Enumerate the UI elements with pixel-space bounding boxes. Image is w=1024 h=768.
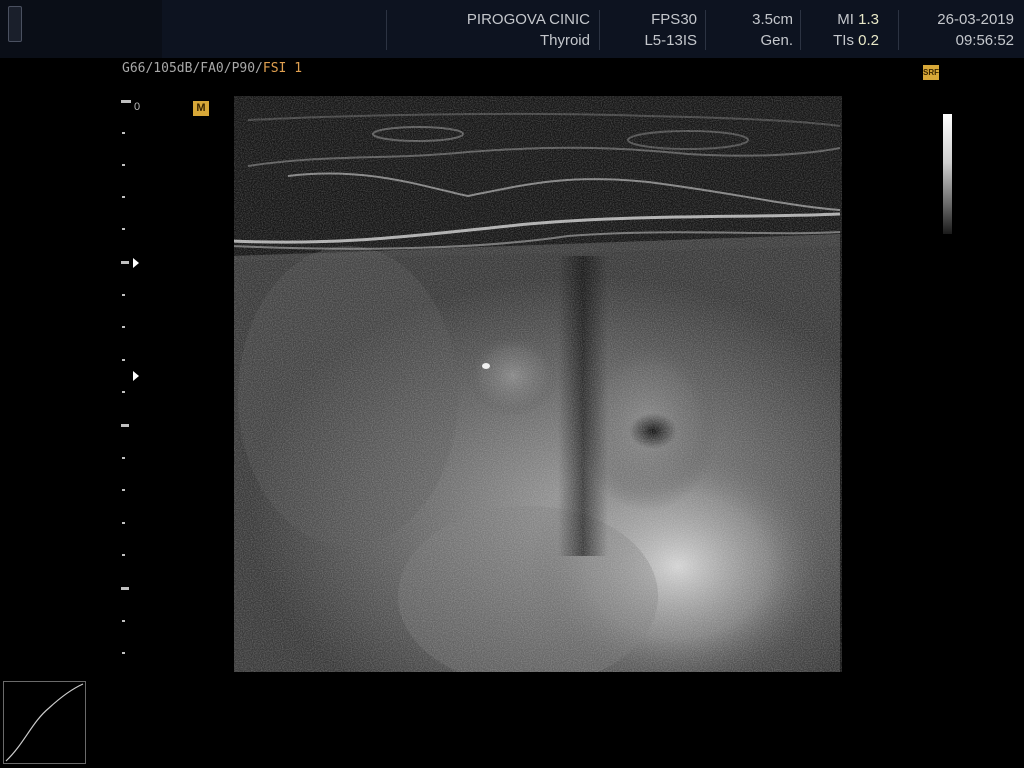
srf-badge: SRF	[923, 65, 939, 80]
depth-minor-tick	[122, 554, 125, 556]
header-left-panel	[0, 0, 162, 58]
header-divider	[705, 10, 706, 50]
imaging-params: G66/105dB/FA0/P90/FSI 1	[122, 60, 302, 78]
ultrasound-screen: PIROGOVA CINIC Thyroid FPS30 L5-13IS 3.5…	[0, 0, 1024, 768]
depth-minor-tick	[122, 196, 125, 198]
depth-minor-tick	[122, 228, 125, 230]
m-mode-badge: M	[193, 101, 209, 116]
date-readout: 26-03-2019	[937, 11, 1014, 28]
depth-minor-tick	[122, 457, 125, 459]
grayscale-bar	[943, 114, 952, 234]
speckle-texture	[228, 96, 850, 672]
gain-params: G66/105dB/FA0/P90/	[122, 61, 263, 76]
ultrasound-image	[228, 96, 850, 672]
depth-major-tick	[121, 100, 131, 103]
image-edge	[228, 96, 234, 672]
clinic-info: PIROGOVA CINIC Thyroid	[467, 9, 590, 51]
depth-minor-tick	[122, 391, 125, 393]
fps-readout: FPS30	[651, 11, 697, 28]
tis-label: TIs	[833, 32, 854, 49]
depth-major-tick	[121, 261, 129, 264]
gamma-curve-box	[3, 681, 86, 764]
clinic-name: PIROGOVA CINIC	[466, 11, 590, 28]
header-divider	[599, 10, 600, 50]
depth-minor-tick	[122, 326, 125, 328]
depth-minor-tick	[122, 294, 125, 296]
depth-minor-tick	[122, 652, 125, 654]
preset-name: Thyroid	[539, 32, 590, 49]
datetime-info: 26-03-2019 09:56:52	[937, 9, 1014, 51]
mode-readout: Gen.	[760, 32, 793, 49]
mi-value: 1.3	[858, 11, 879, 28]
tis-value: 0.2	[858, 32, 879, 49]
focus-marker-icon	[133, 371, 139, 381]
image-edge	[842, 96, 850, 672]
gamma-curve-icon	[5, 683, 84, 762]
scroll-slot-icon	[8, 6, 22, 42]
depth-minor-tick	[122, 132, 125, 134]
safety-indices: MI 1.3 TIs 0.2	[833, 9, 879, 51]
mi-readout: MI 1.3	[833, 9, 879, 30]
header-divider	[898, 10, 899, 50]
header-bar: PIROGOVA CINIC Thyroid FPS30 L5-13IS 3.5…	[0, 0, 1024, 58]
tis-readout: TIs 0.2	[833, 30, 879, 51]
depth-major-tick	[121, 424, 129, 427]
depth-info: 3.5cm Gen.	[752, 9, 793, 51]
depth-minor-tick	[122, 489, 125, 491]
depth-minor-tick	[122, 164, 125, 166]
header-divider	[800, 10, 801, 50]
depth-major-tick	[121, 587, 129, 590]
header-divider	[386, 10, 387, 50]
mi-label: MI	[837, 11, 854, 28]
time-readout: 09:56:52	[955, 32, 1014, 49]
depth-minor-tick	[122, 620, 125, 622]
probe-info: FPS30 L5-13IS	[644, 9, 697, 51]
depth-minor-tick	[122, 522, 125, 524]
focus-marker-icon	[133, 258, 139, 268]
fsi-param: FSI 1	[262, 61, 303, 76]
depth-scale	[121, 100, 139, 654]
depth-readout: 3.5cm	[752, 11, 793, 28]
probe-name: L5-13IS	[644, 32, 697, 49]
depth-minor-tick	[122, 359, 125, 361]
